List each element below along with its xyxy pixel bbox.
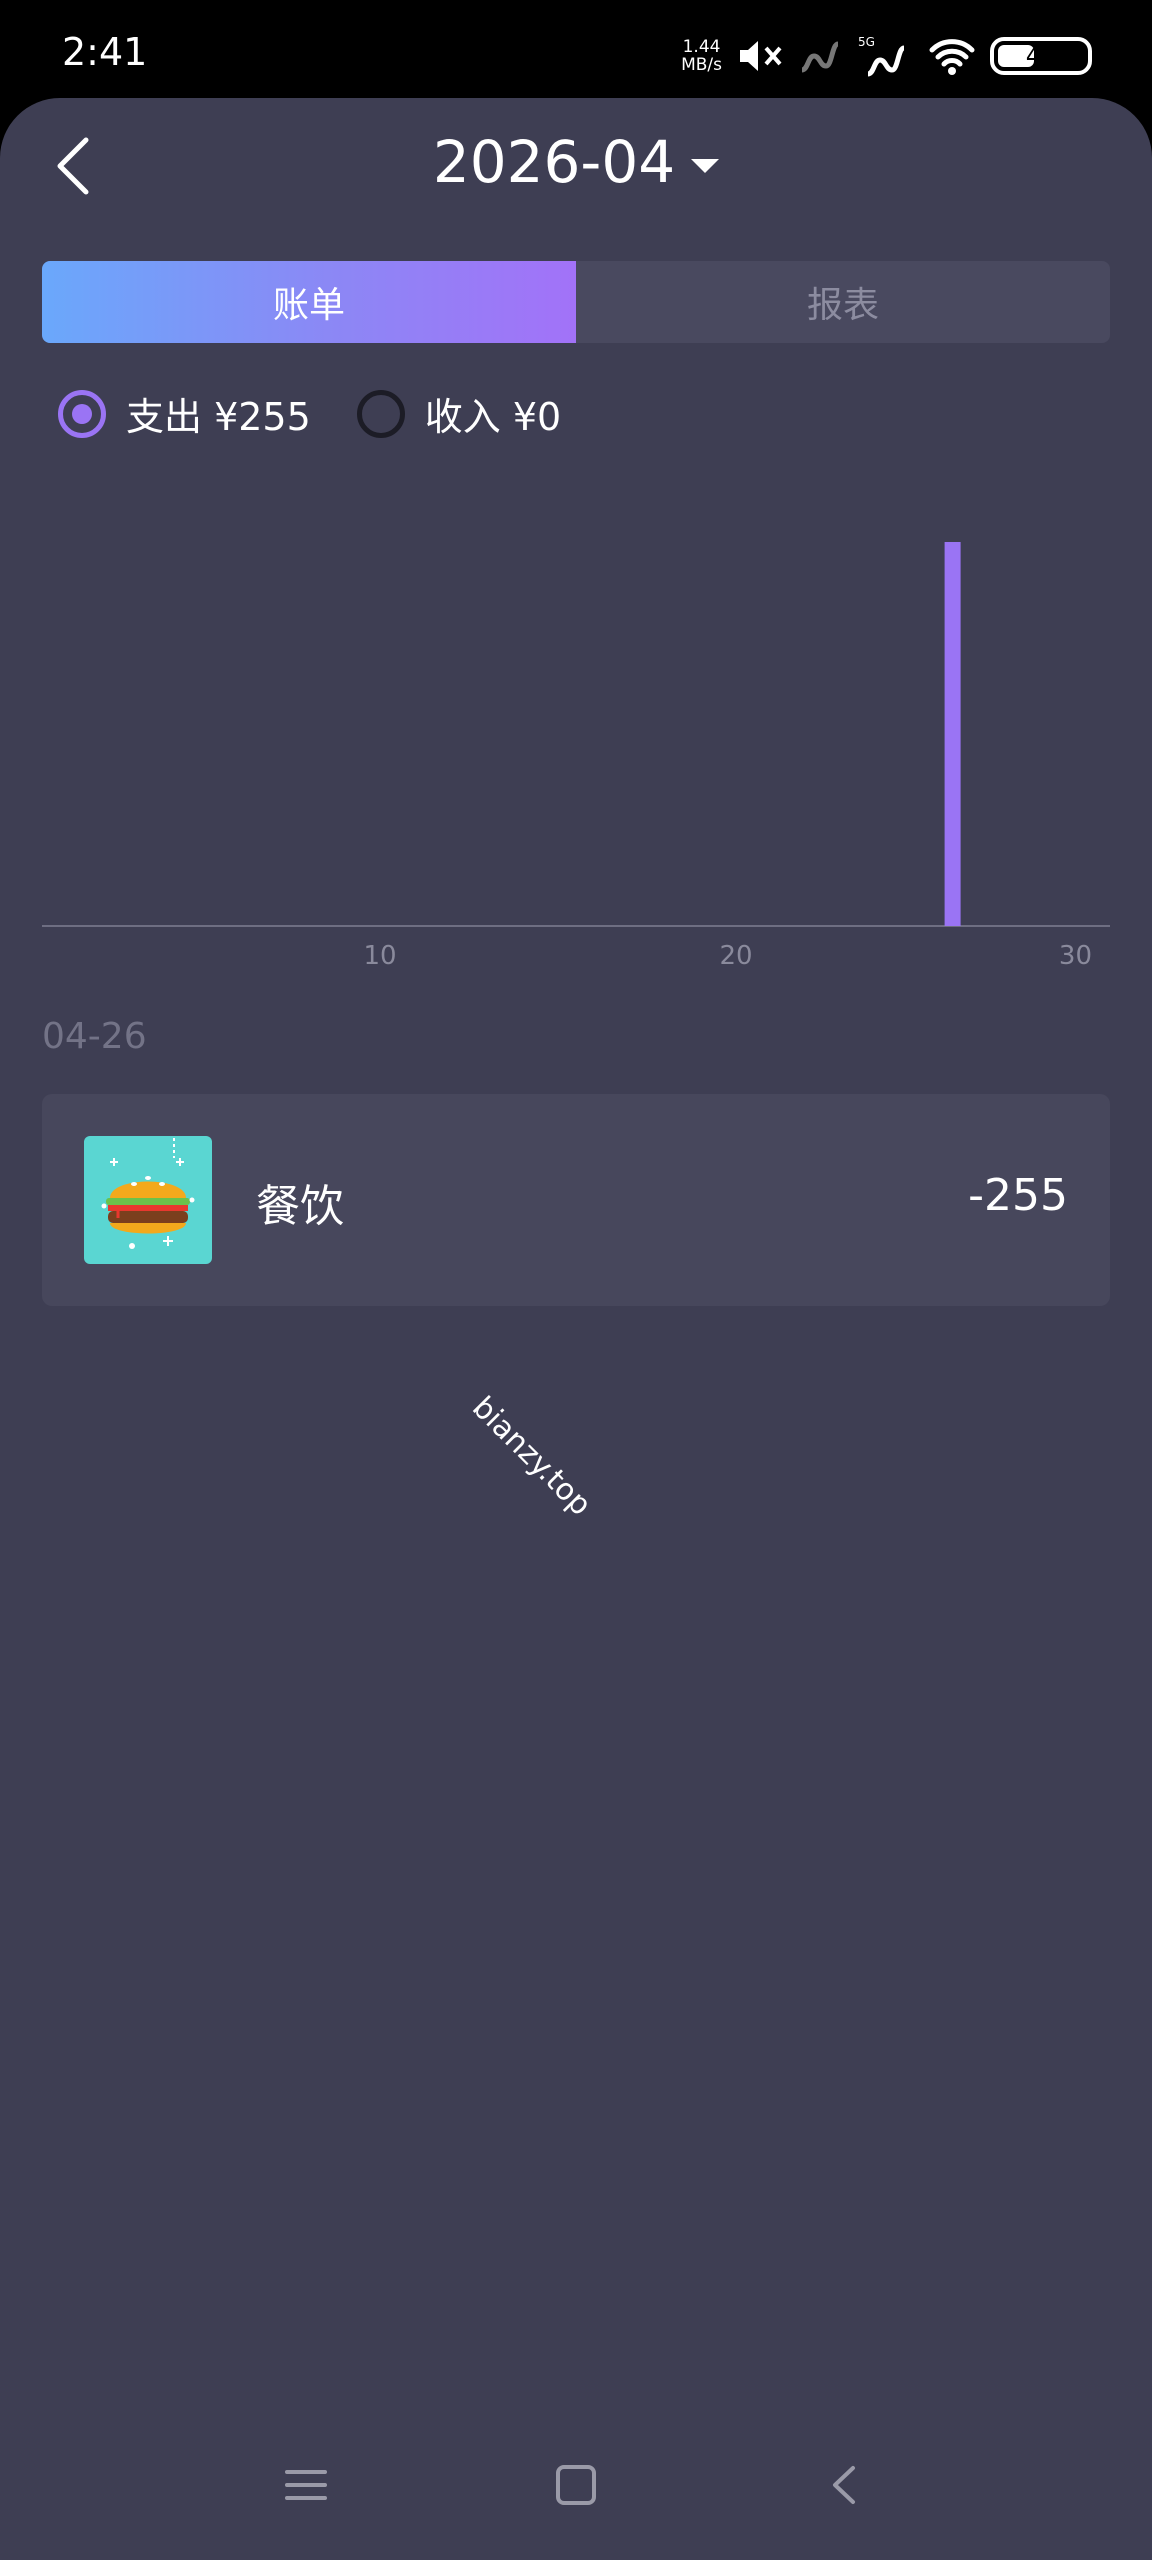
radio-selected-icon <box>58 389 106 438</box>
x-tick-label: 10 <box>363 941 396 971</box>
status-icons: 1.44 MB/s 5G 41 <box>681 28 1092 84</box>
mute-icon <box>736 36 784 76</box>
x-tick-label: 20 <box>719 941 752 971</box>
status-time: 2:41 <box>62 30 148 74</box>
network-speed: 1.44 MB/s <box>681 38 722 74</box>
radio-income[interactable]: 收入 ¥0 <box>356 386 562 441</box>
month-title: 2026-04 <box>432 128 676 196</box>
tab-bills[interactable]: 账单 <box>42 261 576 343</box>
burger-icon <box>84 1136 212 1264</box>
app-panel <box>0 98 1152 2560</box>
nav-back-button[interactable] <box>821 2460 871 2510</box>
type-filter: 支出 ¥255 收入 ¥0 <box>58 386 607 441</box>
caret-down-icon <box>691 158 720 173</box>
nav-back-icon <box>833 2466 855 2504</box>
record-category: 餐饮 <box>256 1181 344 1232</box>
record-date: 04-26 <box>42 1016 147 1057</box>
month-selector[interactable]: 2026-04 <box>0 128 1152 196</box>
tab-reports[interactable]: 报表 <box>576 261 1110 343</box>
signal-sim1-icon <box>798 36 844 76</box>
chart-bar[interactable] <box>944 542 961 926</box>
radio-unselected-icon <box>356 389 405 438</box>
daily-chart: 10 20 30 <box>42 520 1110 980</box>
network-speed-value: 1.44 <box>682 37 721 57</box>
radio-expense[interactable]: 支出 ¥255 <box>58 386 311 441</box>
network-speed-unit: MB/s <box>681 55 722 75</box>
home-button[interactable] <box>551 2460 601 2510</box>
system-nav-bar <box>0 2410 1152 2560</box>
expense-label: 支出 ¥255 <box>126 395 311 439</box>
list-item[interactable]: 餐饮 -255 <box>42 1094 1110 1306</box>
signal-5g-icon: 5G <box>858 34 914 78</box>
battery-level: 41 <box>1025 42 1057 70</box>
wifi-icon <box>928 36 976 76</box>
menu-icon <box>285 2470 327 2500</box>
battery-icon: 41 <box>990 37 1092 75</box>
record-amount: -255 <box>968 1170 1068 1221</box>
svg-text:5G: 5G <box>858 35 875 49</box>
income-label: 收入 ¥0 <box>424 395 562 439</box>
tab-switcher: 账单 报表 <box>42 261 1110 343</box>
menu-button[interactable] <box>281 2460 331 2510</box>
status-bar: 2:41 1.44 MB/s 5G 41 <box>0 0 1152 110</box>
chart-svg: 10 20 30 <box>42 542 1110 971</box>
home-square-icon <box>556 2465 596 2505</box>
x-tick-label: 30 <box>1059 941 1092 971</box>
